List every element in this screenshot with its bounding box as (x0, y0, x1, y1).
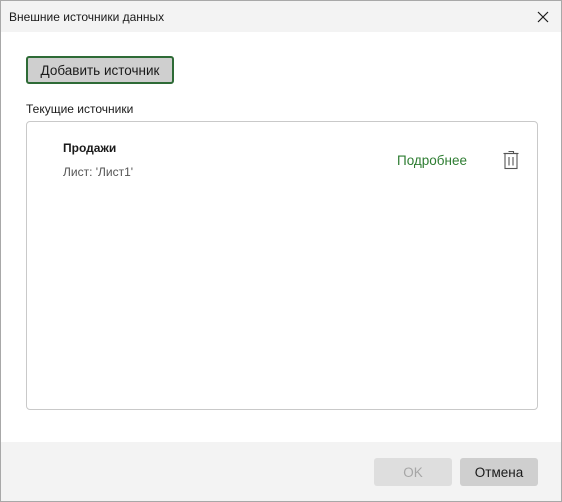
ok-button[interactable]: OK (374, 458, 452, 486)
add-source-button[interactable]: Добавить источник (26, 56, 174, 84)
title-bar: Внешние источники данных (1, 1, 561, 32)
dialog-footer: OK Отмена (1, 442, 561, 501)
details-link[interactable]: Подробнее (397, 153, 467, 169)
window-title: Внешние источники данных (9, 10, 165, 24)
source-sheet: Лист: 'Лист1' (63, 165, 134, 179)
close-icon (537, 11, 549, 22)
current-sources-label: Текущие источники (26, 102, 134, 116)
external-data-sources-dialog: Внешние источники данных Добавить источн… (0, 0, 562, 502)
delete-source-button[interactable] (501, 149, 521, 171)
sources-list: Продажи Лист: 'Лист1' Подробнее (26, 121, 538, 410)
cancel-button[interactable]: Отмена (460, 458, 538, 486)
source-name: Продажи (63, 141, 117, 155)
trash-icon (503, 150, 519, 170)
source-item: Продажи Лист: 'Лист1' Подробнее (27, 122, 537, 192)
close-button[interactable] (525, 1, 561, 32)
